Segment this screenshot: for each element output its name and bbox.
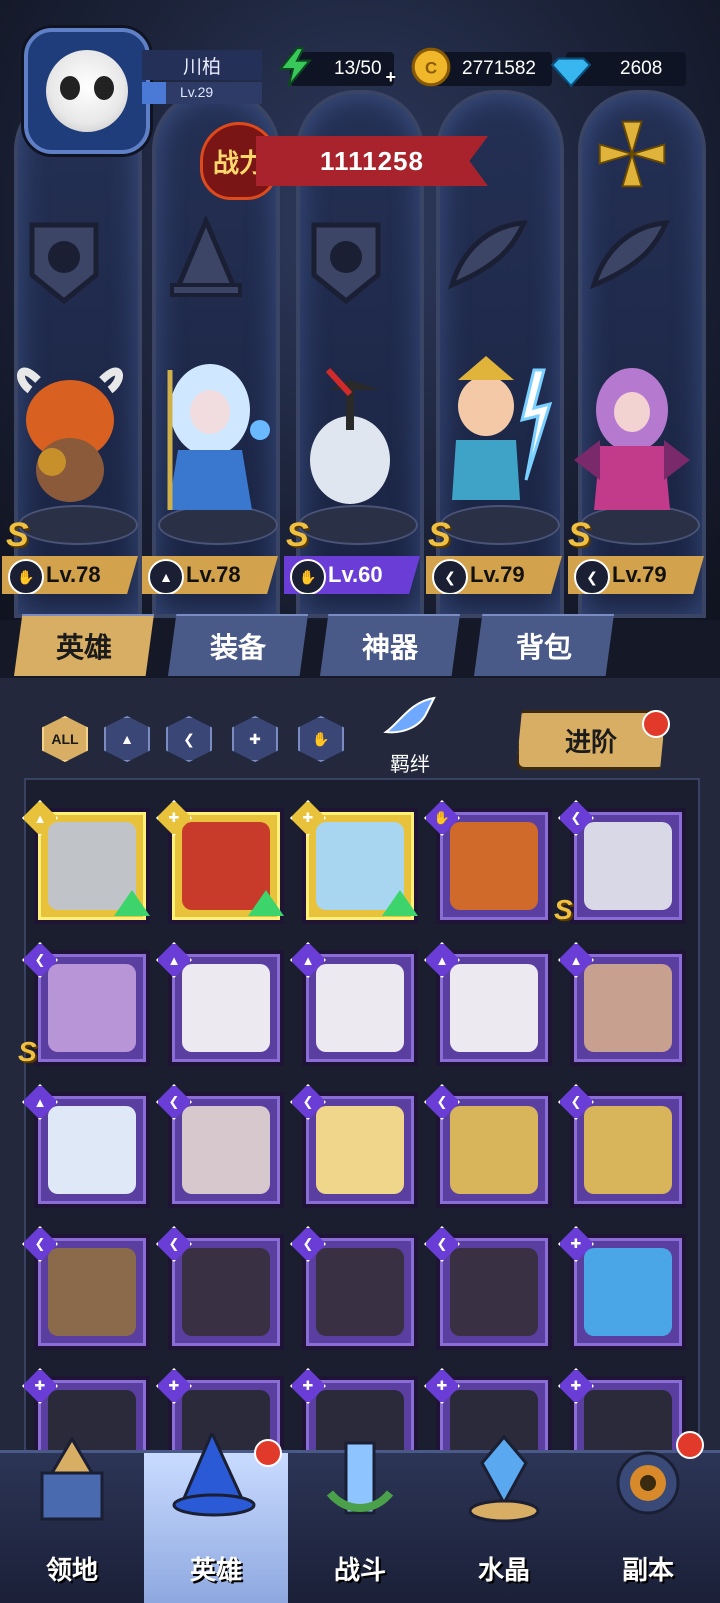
hero-thunder-god[interactable] [430, 350, 554, 520]
rank-s-badge: S [554, 894, 573, 925]
bond-button[interactable]: 羁绊 [370, 692, 450, 776]
top-bar: 川柏 Lv.29 + 13/50 C 2771582 2608 [0, 0, 720, 154]
hero-ice-sorceress[interactable] [148, 350, 272, 520]
energy-value: 13/50 [334, 58, 382, 79]
nav-dungeon[interactable]: 副本 [576, 1431, 720, 1603]
diamond-value: 2608 [620, 58, 663, 79]
wizard-hat-icon: ▲ [148, 559, 184, 594]
hero-card[interactable]: ✚ [290, 800, 418, 924]
filter-all[interactable]: ALL [42, 716, 88, 762]
bond-label: 羁绊 [390, 754, 430, 776]
power-value: 1111258 [256, 136, 488, 186]
banner-icon [326, 1441, 394, 1515]
hero-card[interactable]: ❮ [558, 1084, 686, 1208]
hero-card[interactable]: ▲ [290, 942, 418, 1066]
claw-emblem-icon [311, 222, 381, 305]
rank-s-badge: S [6, 516, 29, 554]
nav-crystal[interactable]: 水晶 [432, 1434, 576, 1603]
filter-wing-icon[interactable]: ❮ [166, 716, 212, 762]
hero-card[interactable]: ❮ S [554, 800, 686, 925]
notification-dot [254, 1439, 282, 1467]
gold-value: 2771582 [462, 58, 536, 79]
gold-coin-icon: C [411, 47, 451, 87]
energy-bolt-icon [278, 47, 312, 87]
combat-power: 战力 1111258 [200, 118, 500, 204]
wing-icon [590, 220, 670, 290]
diamond-counter[interactable]: 2608 [550, 52, 686, 88]
bottom-navigation: 领地 英雄 战斗 水晶 副本 [0, 1431, 720, 1603]
filter-claw-icon[interactable]: ✋ [298, 716, 344, 762]
nav-heroes[interactable]: 英雄 [144, 1433, 288, 1603]
nav-battle[interactable]: 战斗 [288, 1441, 432, 1603]
filter-wrench-icon[interactable]: ✚ [232, 716, 278, 762]
svg-text:C: C [425, 58, 437, 77]
tab-artifacts[interactable]: 神器 [320, 614, 460, 676]
hero-level-badge: ❮ Lv.79 [568, 556, 704, 594]
hero-card[interactable]: ✚ [156, 800, 284, 924]
energy-counter[interactable]: + 13/50 [278, 47, 396, 87]
pinwheel-menu-icon[interactable] [594, 116, 670, 192]
nav-territory[interactable]: 领地 [0, 1436, 144, 1603]
inventory-tabs: 英雄 装备 神器 背包 [0, 606, 720, 682]
wing-icon [448, 220, 528, 290]
hero-card[interactable]: ▲ [22, 800, 150, 924]
claw-emblem-icon: ✋ [290, 559, 326, 594]
hero-card[interactable]: ▲ [424, 942, 552, 1066]
hero-card[interactable]: ❮ [156, 1226, 284, 1350]
tab-heroes[interactable]: 英雄 [14, 614, 154, 676]
upgrade-arrow-icon [382, 890, 418, 916]
player-name: 川柏 [142, 50, 262, 80]
tab-bag[interactable]: 背包 [474, 614, 614, 676]
hero-card[interactable]: ▲ [156, 942, 284, 1066]
tab-equipment[interactable]: 装备 [168, 614, 308, 676]
player-avatar[interactable] [24, 28, 150, 154]
hero-crane-sage[interactable] [288, 350, 412, 520]
player-level: Lv.29 [180, 84, 214, 100]
rank-s-badge: S [18, 1036, 37, 1067]
hero-card[interactable]: ✚ [558, 1226, 686, 1350]
upgrade-arrow-icon [114, 890, 150, 916]
hero-card[interactable]: ▲ [558, 942, 686, 1066]
wizard-hat-icon [170, 215, 242, 297]
castle-icon [40, 1436, 104, 1521]
wing-icon: ❮ [574, 559, 610, 594]
gold-counter[interactable]: C 2771582 [411, 47, 552, 87]
claw-emblem-icon: ✋ [8, 559, 44, 594]
rank-s-badge: S [428, 516, 451, 554]
bond-icon [383, 696, 436, 734]
hero-card[interactable]: ❮ [424, 1084, 552, 1208]
hero-card[interactable]: ❮ S [18, 942, 150, 1067]
upgrade-arrow-icon [248, 890, 284, 916]
claw-emblem-icon [29, 222, 99, 305]
hero-card[interactable]: ❮ [290, 1226, 418, 1350]
hero-card[interactable]: ❮ [424, 1226, 552, 1350]
hero-level-badge: ▲ Lv.78 [142, 556, 278, 594]
player-level-bar: Lv.29 [142, 82, 262, 104]
hero-card[interactable]: ▲ [22, 1084, 150, 1208]
notification-dot [642, 710, 670, 738]
hero-card[interactable]: ✋ [424, 800, 552, 924]
crystal-icon [468, 1434, 540, 1523]
hero-card[interactable]: ❮ [22, 1226, 150, 1350]
rank-s-badge: S [568, 516, 591, 554]
hero-card[interactable]: ❮ [156, 1084, 284, 1208]
notification-dot [676, 1431, 704, 1459]
panda-avatar-icon [46, 50, 128, 132]
hero-succubus[interactable] [570, 350, 694, 520]
wizard-hat-icon [172, 1433, 256, 1517]
hero-card[interactable]: ❮ [290, 1084, 418, 1208]
hero-level-badge: ❮ Lv.79 [426, 556, 562, 594]
diamond-icon [550, 57, 592, 88]
filter-mage-icon[interactable]: ▲ [104, 716, 150, 762]
rank-s-badge: S [286, 516, 309, 554]
hero-level-badge: ✋ Lv.78 [2, 556, 138, 594]
hero-minotaur[interactable] [8, 350, 132, 520]
hero-level-badge: ✋ Lv.60 [284, 556, 420, 594]
wing-icon: ❮ [432, 559, 468, 594]
